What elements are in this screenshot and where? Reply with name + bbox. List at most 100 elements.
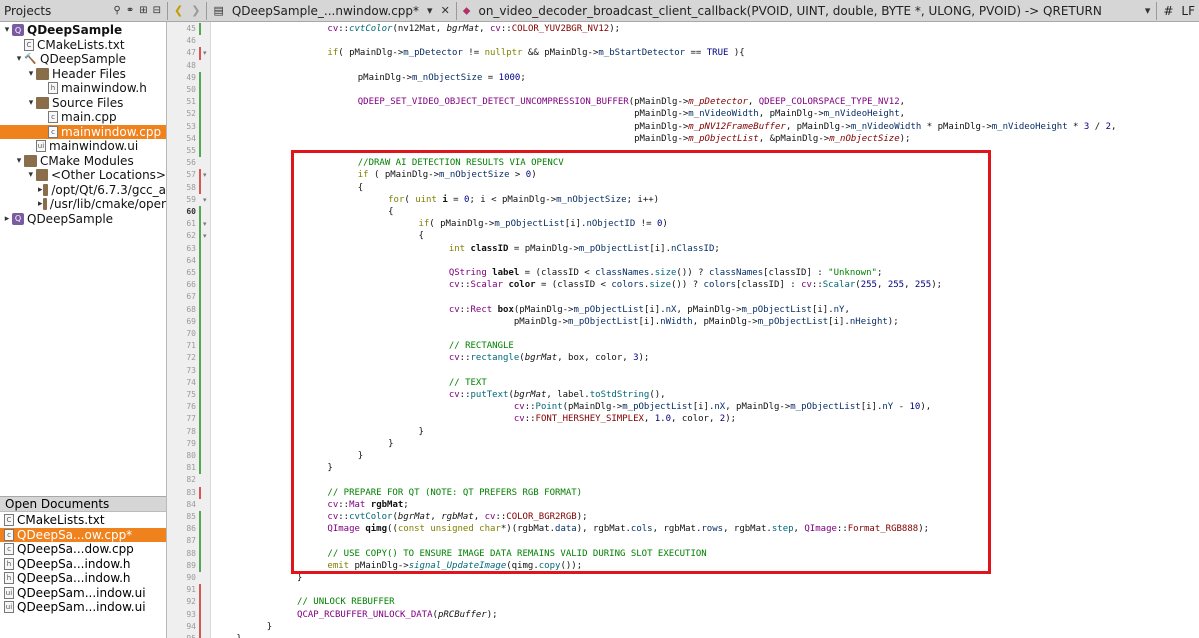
open-document-item[interactable]: h QDeepSa...indow.h [0, 571, 166, 586]
folder-icon [36, 67, 49, 80]
expand-arrow-icon[interactable]: ▸ [38, 199, 43, 209]
code-line[interactable]: pMainDlg->m_nObjectSize = 1000; [358, 72, 526, 84]
tree-item[interactable]: ▾ Header Files [0, 67, 166, 82]
line-number: 66 [186, 280, 196, 290]
tree-item[interactable]: ▸ Q QDeepSample [0, 212, 166, 227]
file-icon: ▤ [213, 4, 224, 17]
link-icon[interactable]: ⚭ [126, 5, 134, 16]
open-document-item[interactable]: C CMakeLists.txt [0, 513, 166, 528]
fold-arrow-icon[interactable]: ▾ [203, 47, 207, 59]
expand-arrow-icon[interactable]: ▾ [26, 98, 36, 108]
expand-arrow-icon[interactable]: ▾ [26, 170, 36, 180]
filter-icon[interactable]: ⚲ [114, 5, 121, 16]
open-document-label: QDeepSa...dow.cpp [17, 542, 134, 557]
tree-item[interactable]: ▾ 🔨 QDeepSample [0, 52, 166, 67]
line-number: 47 [186, 48, 196, 58]
fold-arrow-icon[interactable]: ▾ [203, 194, 207, 206]
expand-arrow-icon[interactable]: ▸ [38, 185, 43, 195]
tree-item-label: Header Files [52, 66, 126, 81]
code-line[interactable]: pMainDlg->m_pNV12FrameBuffer, pMainDlg->… [358, 121, 1116, 133]
tree-item[interactable]: c mainwindow.cpp [0, 124, 166, 139]
change-marker [199, 486, 201, 499]
line-number: 50 [186, 85, 196, 94]
expand-arrow-icon[interactable]: ▾ [2, 25, 12, 35]
open-document-label: QDeepSa...indow.h [17, 571, 131, 586]
project-icon: Q [12, 24, 24, 37]
sidebar: ▾ Q QDeepSample C CMakeLists.txt ▾ 🔨 QDeepSampl… [0, 22, 167, 638]
line-number: 80 [186, 451, 196, 460]
change-marker [199, 23, 201, 36]
tree-item-label: QDeepSample [40, 52, 127, 67]
change-marker [199, 47, 201, 60]
code-line[interactable]: pMainDlg->m_nVideoWidth, pMainDlg->m_nVi… [358, 108, 905, 120]
tree-item[interactable]: ▾ CMake Modules [0, 154, 166, 169]
cmake-file-icon: C [4, 514, 14, 527]
tree-item[interactable]: ▾ <Other Locations> [0, 168, 166, 183]
back-arrow-icon[interactable]: ❮ [170, 4, 187, 17]
code-line[interactable]: if( pMainDlg->m_pDetector != nullptr && … [327, 47, 744, 59]
expand-arrow-icon[interactable]: ▾ [14, 54, 24, 64]
tree-item-label: Source Files [52, 95, 124, 110]
open-document-label: QDeepSam...indow.ui [17, 585, 146, 600]
code-line[interactable]: pMainDlg->m_pObjectList, &pMainDlg->m_nO… [358, 133, 910, 145]
tree-item[interactable]: c main.cpp [0, 110, 166, 125]
fold-arrow-icon[interactable]: ▾ [203, 169, 207, 181]
tree-item[interactable]: ▾ Source Files [0, 96, 166, 111]
code-line[interactable]: } [236, 633, 241, 638]
open-document-item[interactable]: ui QDeepSam...indow.ui [0, 586, 166, 601]
ui-file-icon: ui [4, 586, 14, 599]
line-number: 52 [186, 109, 196, 119]
projects-selector[interactable]: Projects [4, 4, 51, 18]
fold-arrow-icon[interactable]: ▾ [203, 218, 207, 230]
open-document-item[interactable]: c QDeepSa...dow.cpp [0, 542, 166, 557]
qt-creator-window: Projects ⚲ ⚭ ⊞ ⊟ ❮ ❯ ▤ QDeepSample_...nw… [0, 0, 1199, 638]
line-number: 71 [186, 341, 196, 351]
open-document-item[interactable]: h QDeepSa...indow.h [0, 557, 166, 572]
function-symbol-selector[interactable]: on_video_decoder_broadcast_client_callba… [474, 0, 1140, 22]
code-line[interactable]: QCAP_RCBUFFER_UNLOCK_DATA(pRCBuffer); [297, 609, 498, 621]
code-line[interactable]: QDEEP_SET_VIDEO_OBJECT_DETECT_UNCOMPRESS… [358, 96, 905, 108]
tree-item-label: mainwindow.cpp [61, 124, 162, 139]
open-documents-title[interactable]: Open Documents [5, 497, 109, 511]
open-document-item[interactable]: ui QDeepSam...indow.ui [0, 600, 166, 615]
tree-item-label: /usr/lib/cmake/oper [49, 197, 166, 212]
expand-arrow-icon[interactable]: ▾ [26, 69, 36, 79]
line-number: 72 [186, 353, 196, 363]
tree-item[interactable]: ▸ /usr/lib/cmake/oper [0, 197, 166, 212]
highlight-box [291, 150, 991, 574]
folder-icon [42, 183, 49, 196]
close-pane-icon[interactable]: ⊟ [153, 5, 161, 16]
tree-item[interactable]: ▾ Q QDeepSample [0, 23, 166, 38]
open-document-item[interactable]: c QDeepSa...ow.cpp* [0, 527, 166, 542]
forward-arrow-icon[interactable]: ❯ [187, 4, 204, 17]
close-file-icon[interactable]: ✕ [437, 4, 454, 17]
top-toolbar: Projects ⚲ ⚭ ⊞ ⊟ ❮ ❯ ▤ QDeepSample_...nw… [0, 0, 1199, 22]
expand-arrow-icon[interactable]: ▾ [14, 156, 24, 166]
hash-indicator[interactable]: # [1159, 0, 1177, 22]
split-icon[interactable]: ⊞ [139, 5, 147, 16]
open-document-label: QDeepSam...indow.ui [17, 600, 146, 615]
line-number: 70 [186, 329, 196, 338]
code-line[interactable]: } [267, 621, 272, 633]
change-marker [199, 511, 201, 572]
expand-arrow-icon[interactable]: ▸ [2, 214, 12, 224]
tree-item[interactable]: C CMakeLists.txt [0, 38, 166, 53]
tree-item[interactable]: ▸ /opt/Qt/6.7.3/gcc_a [0, 183, 166, 198]
cpp-file-icon: c [48, 125, 58, 138]
chevron-down-icon[interactable]: ▾ [1141, 4, 1155, 17]
tree-item[interactable]: h mainwindow.h [0, 81, 166, 96]
line-number: 94 [186, 621, 196, 631]
line-number: 59 [186, 194, 196, 204]
header-file-icon: h [4, 572, 14, 585]
chevron-down-icon[interactable]: ▾ [423, 4, 437, 17]
tree-item-label: <Other Locations> [50, 168, 166, 183]
file-tab[interactable]: QDeepSample_...nwindow.cpp* [228, 0, 423, 22]
fold-arrow-icon[interactable]: ▾ [203, 230, 207, 242]
line-number: 51 [186, 97, 196, 107]
line-number: 92 [186, 597, 196, 607]
code-line[interactable]: cv::cvtColor(nv12Mat, bgrMat, cv::COLOR_… [327, 23, 620, 35]
ui-file-icon: ui [36, 140, 46, 153]
code-line[interactable]: // UNLOCK REBUFFER [297, 596, 395, 608]
line-ending-indicator[interactable]: LF [1177, 0, 1199, 22]
tree-item[interactable]: ui mainwindow.ui [0, 139, 166, 154]
